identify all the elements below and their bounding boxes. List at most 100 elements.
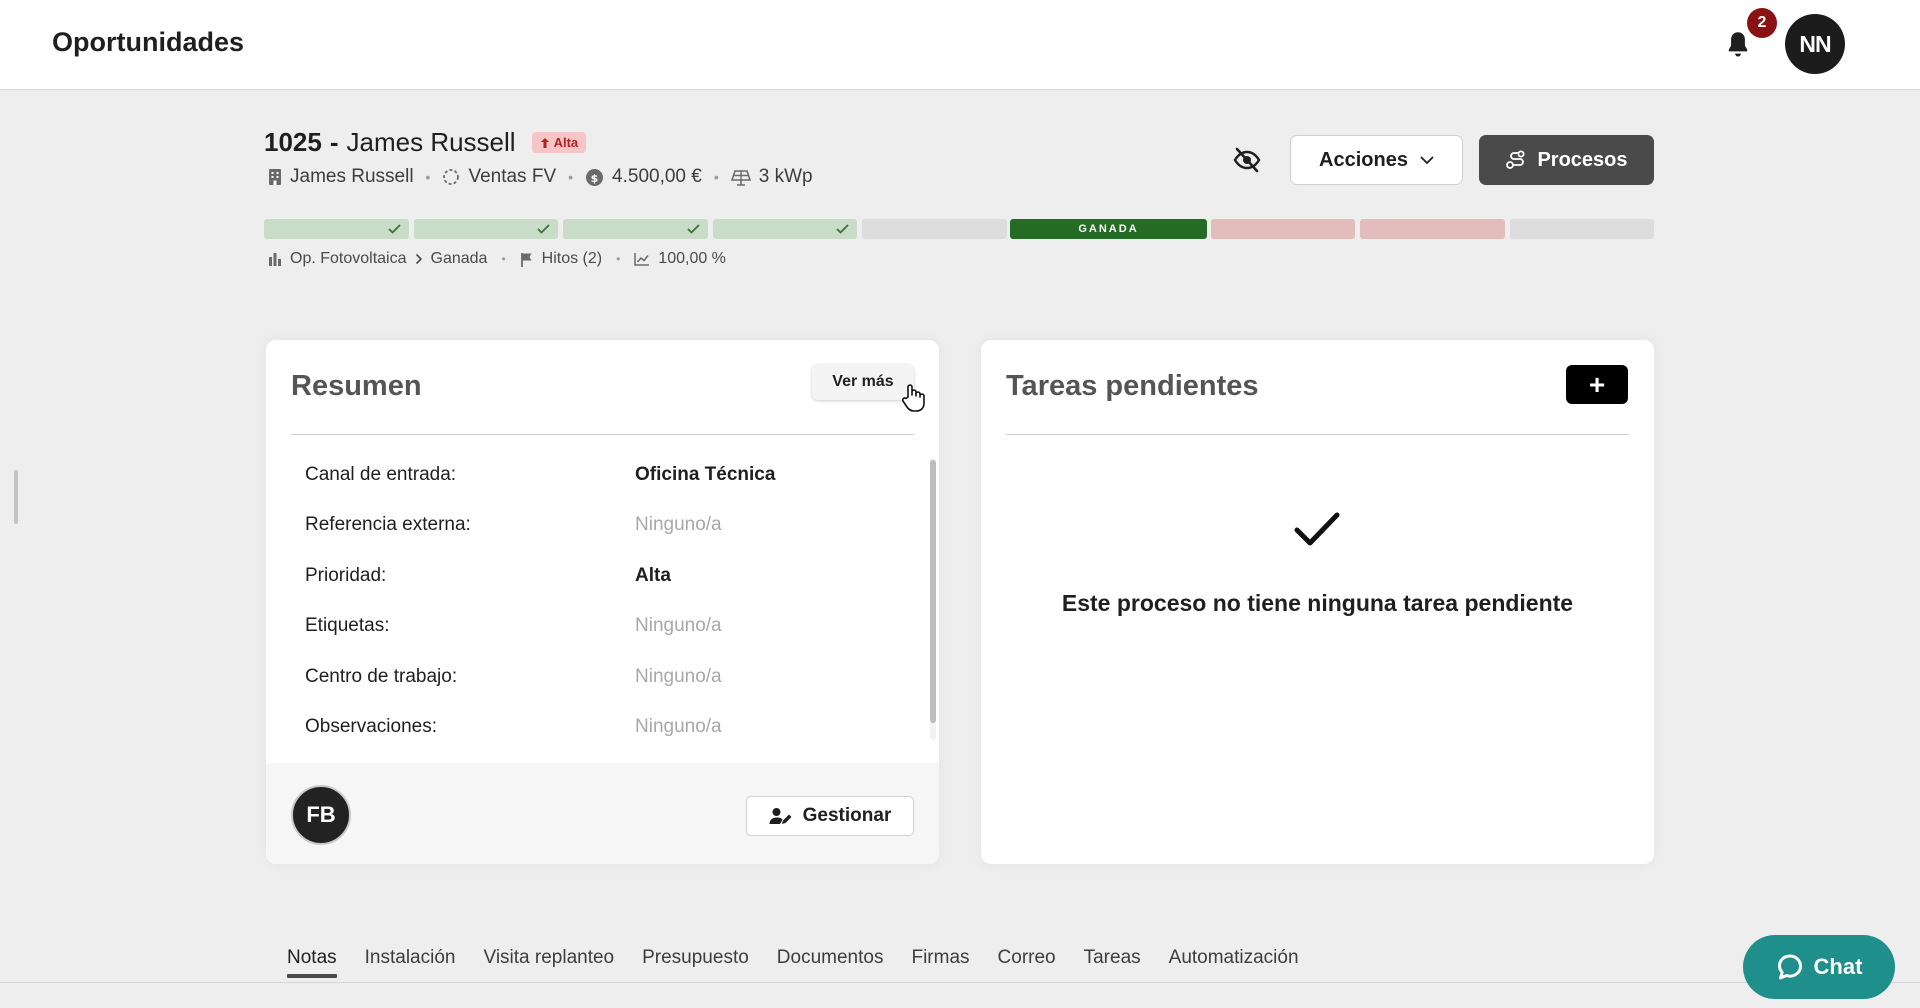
title-separator: - (329, 127, 339, 157)
stage-segment-current[interactable]: GANADA (1010, 219, 1207, 239)
empty-tasks-message: Este proceso no tiene ninguna tarea pend… (1061, 590, 1574, 616)
hand-cursor-icon (901, 384, 925, 412)
stage-segment-lost[interactable] (1360, 219, 1505, 239)
priority-badge-label: Alta (553, 135, 579, 150)
summary-card: Resumen Ver más Canal de entrada: Oficin… (266, 340, 939, 864)
meta-power-label: 3 kWp (758, 166, 813, 187)
meta-power: 3 kWp (730, 166, 813, 188)
pending-tasks-card: Tareas pendientes + Este proceso no tien… (981, 340, 1654, 864)
field-label: Referencia externa: (305, 514, 471, 536)
see-more-button[interactable]: Ver más (812, 364, 914, 400)
opportunity-meta: James Russell • Ventas FV • $ 4.500,00 €… (268, 166, 813, 188)
chevron-right-icon (415, 253, 422, 265)
meta-pipeline: Ventas FV (442, 166, 556, 188)
tab-tareas[interactable]: Tareas (1084, 947, 1141, 978)
stage-segment-completed[interactable] (713, 219, 857, 239)
actions-dropdown-button[interactable]: Acciones (1290, 135, 1463, 185)
manage-button[interactable]: Gestionar (746, 796, 914, 836)
processes-label: Procesos (1537, 148, 1628, 171)
summary-divider (291, 434, 914, 435)
opportunity-title: 1025 - James Russell Alta (264, 127, 587, 158)
assignee-avatar[interactable]: FB (291, 785, 351, 845)
check-icon (1294, 512, 1340, 546)
field-row: Referencia externa: Ninguno/a (305, 502, 905, 552)
coin-icon: $ (586, 168, 604, 186)
meta-amount: $ 4.500,00 € (585, 166, 702, 188)
stage-segment-completed[interactable] (563, 219, 708, 239)
field-row: Centro de trabajo: Ninguno/a (305, 654, 905, 704)
summary-footer: FB Gestionar (266, 763, 939, 864)
tabs-underline (0, 982, 1920, 983)
route-icon (1506, 150, 1525, 169)
stage-segment-pending[interactable] (1510, 219, 1654, 239)
dashed-circle-icon (443, 169, 460, 185)
user-edit-icon (769, 808, 792, 824)
building-icon (269, 169, 281, 185)
meta-dot: • (568, 169, 574, 185)
field-label: Canal de entrada: (305, 464, 457, 485)
field-value: Ninguno/a (635, 514, 722, 536)
field-row: Prioridad: Alta (305, 553, 905, 603)
pending-tasks-divider (1006, 434, 1629, 435)
check-small-icon (836, 224, 849, 234)
field-row: Etiquetas: Ninguno/a (305, 603, 905, 653)
notification-count-badge: 2 (1747, 8, 1777, 38)
field-value: Oficina Técnica (635, 464, 776, 485)
stage-progress-bar: GANADA (264, 219, 1654, 239)
manage-label: Gestionar (802, 805, 892, 826)
flag-icon (520, 252, 532, 267)
chat-button[interactable]: Chat (1743, 935, 1895, 999)
solar-panel-icon (730, 170, 751, 186)
stage-segment-completed[interactable] (264, 219, 409, 239)
breadcrumb-probability: 100,00 % (658, 250, 726, 267)
stage-segment-lost[interactable] (1211, 219, 1355, 239)
tab-automatizacion[interactable]: Automatización (1169, 947, 1299, 978)
processes-button[interactable]: Procesos (1479, 135, 1654, 185)
field-label: Observaciones: (305, 715, 438, 737)
breadcrumb-milestones[interactable]: Hitos (2) (542, 250, 602, 268)
summary-fields: Canal de entrada: Oficina Técnica Refere… (305, 452, 905, 754)
opportunity-number: 1025 (264, 127, 322, 157)
add-task-button[interactable]: + (1566, 365, 1628, 404)
tab-firmas[interactable]: Firmas (911, 947, 969, 978)
sidebar-handle[interactable] (14, 470, 18, 524)
check-small-icon (388, 224, 401, 234)
stage-segment-completed[interactable] (414, 219, 558, 239)
field-label: Prioridad: (305, 564, 387, 586)
bar-chart-icon (269, 253, 281, 266)
field-value: Alta (635, 564, 671, 586)
priority-badge: Alta (531, 132, 587, 153)
field-value: Ninguno/a (635, 665, 722, 687)
field-value: Ninguno/a (635, 615, 722, 637)
detail-tabs: Notas Instalación Visita replanteo Presu… (287, 947, 1327, 978)
hide-toggle-button[interactable] (1232, 146, 1262, 174)
breadcrumb-stage: Ganada (430, 250, 488, 267)
meta-client-label: James Russell (290, 166, 414, 187)
process-breadcrumb: Op. Fotovoltaica Ganada • Hitos (2) • 10… (268, 250, 726, 268)
summary-title: Resumen (291, 370, 422, 402)
tab-correo[interactable]: Correo (998, 947, 1056, 978)
user-avatar[interactable]: NN (1785, 14, 1845, 74)
field-label: Etiquetas: (305, 615, 390, 637)
tab-instalacion[interactable]: Instalación (365, 947, 456, 978)
chat-label: Chat (1813, 954, 1863, 979)
summary-scrollbar-thumb[interactable] (930, 460, 936, 723)
actions-label: Acciones (1319, 148, 1408, 171)
stage-segment-pending[interactable] (862, 219, 1007, 239)
notifications-button[interactable] (1724, 30, 1752, 60)
chevron-down-icon (1420, 156, 1434, 164)
meta-dot: • (425, 169, 431, 185)
field-row: Observaciones: Ninguno/a (305, 704, 905, 754)
breadcrumb-process[interactable]: Op. Fotovoltaica (290, 250, 407, 268)
eye-off-icon (1233, 147, 1261, 173)
top-header: Oportunidades 2 NN (0, 0, 1920, 90)
tab-visita-replanteo[interactable]: Visita replanteo (483, 947, 614, 978)
svg-text:$: $ (591, 172, 599, 185)
page-title: Oportunidades (52, 27, 245, 57)
trend-icon (634, 253, 650, 266)
tab-presupuesto[interactable]: Presupuesto (642, 947, 749, 978)
meta-client[interactable]: James Russell (268, 166, 414, 188)
pending-tasks-title: Tareas pendientes (1006, 370, 1259, 402)
tab-documentos[interactable]: Documentos (777, 947, 884, 978)
tab-notas[interactable]: Notas (287, 947, 337, 978)
